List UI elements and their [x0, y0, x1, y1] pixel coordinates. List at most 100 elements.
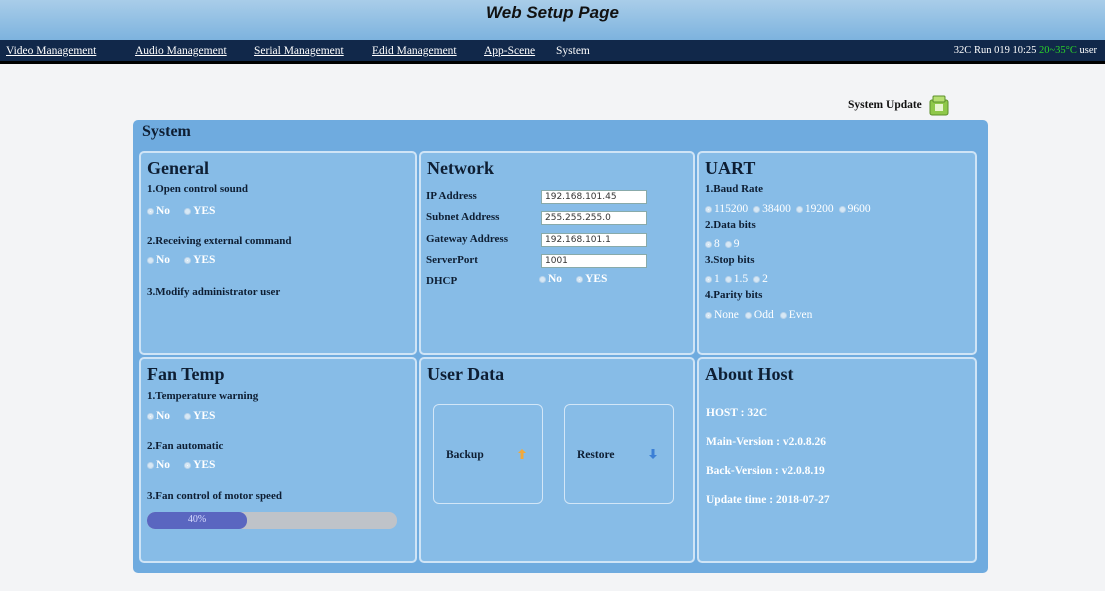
fan-automatic-yes[interactable]: YES [184, 459, 215, 471]
fan-temp-heading: Fan Temp [147, 364, 225, 384]
radio-off-icon [744, 311, 752, 319]
radio-on-icon [705, 205, 712, 213]
nav-audio-management[interactable]: Audio Management [135, 45, 227, 57]
radio-on-icon [705, 311, 712, 319]
baud-rate-9600[interactable]: 9600 [838, 203, 871, 215]
receiving-external-command-options: No YES [147, 254, 215, 266]
fan-speed-label: 3.Fan control of motor speed [147, 490, 282, 502]
radio-off-icon [724, 240, 732, 248]
baud-rate-115200[interactable]: 115200 [705, 203, 748, 215]
temperature-warning-label: 1.Temperature warning [147, 390, 259, 402]
receiving-external-command-yes[interactable]: YES [184, 254, 215, 266]
radio-on-icon [705, 240, 712, 248]
gateway-address-label: Gateway Address [426, 233, 508, 245]
parity-odd[interactable]: Odd [744, 309, 774, 321]
main-version: Main-Version : v2.0.8.26 [706, 436, 827, 448]
data-bits-options: 8 9 [705, 238, 740, 250]
open-control-sound-label: 1.Open control sound [147, 183, 248, 195]
ip-address-input[interactable]: 192.168.101.45 [541, 190, 647, 204]
system-update-label: System Update [848, 99, 922, 111]
stop-bits-options: 1 1.5 2 [705, 273, 768, 285]
data-bits-8[interactable]: 8 [705, 238, 720, 250]
parity-none[interactable]: None [705, 309, 739, 321]
dhcp-yes[interactable]: YES [576, 273, 607, 285]
fan-automatic-no[interactable]: No [147, 459, 170, 471]
ip-address-label: IP Address [426, 190, 477, 202]
radio-off-icon [184, 412, 192, 420]
fan-speed-value: 40% [187, 514, 207, 525]
restore-button[interactable]: Restore [564, 404, 674, 504]
back-version: Back-Version : v2.0.8.19 [706, 465, 825, 477]
status-area: 32C Run 019 10:25 20~35°C user [954, 45, 1097, 56]
open-control-sound-no[interactable]: No [147, 205, 170, 217]
receiving-external-command-label: 2.Receiving external command [147, 235, 292, 247]
receiving-external-command-no[interactable]: No [147, 254, 170, 266]
radio-on-icon [184, 256, 192, 264]
dhcp-options: No YES [539, 273, 607, 285]
radio-on-icon [705, 275, 712, 283]
nav-bar: Video Management Audio Management Serial… [0, 40, 1105, 64]
backup-button[interactable]: Backup [433, 404, 543, 504]
nav-edid-management[interactable]: Edid Management [372, 45, 457, 57]
general-heading: General [147, 158, 209, 178]
baud-rate-label: 1.Baud Rate [705, 183, 764, 195]
data-bits-label: 2.Data bits [705, 219, 756, 231]
system-update-icon [929, 95, 949, 116]
nav-serial-management[interactable]: Serial Management [254, 45, 344, 57]
parity-bits-options: None Odd Even [705, 309, 812, 321]
radio-off-icon [753, 275, 761, 283]
stop-bits-1-5[interactable]: 1.5 [724, 273, 748, 285]
title-bar: Web Setup Page [0, 0, 1105, 40]
baud-rate-38400[interactable]: 38400 [753, 203, 791, 215]
status-run: Run 019 10:25 [973, 45, 1037, 56]
temperature-warning-yes[interactable]: YES [184, 410, 215, 422]
nav-app-scene[interactable]: App-Scene [484, 45, 535, 57]
backup-icon [518, 449, 526, 459]
baud-rate-options: 115200 38400 19200 9600 [705, 203, 871, 215]
radio-off-icon [147, 461, 154, 469]
system-update-button[interactable]: System Update [848, 92, 950, 118]
temperature-warning-no[interactable]: No [147, 410, 170, 422]
status-host: 32C [953, 45, 972, 56]
fan-speed-slider[interactable]: 40% [147, 512, 397, 529]
radio-off-icon [147, 256, 154, 264]
radio-off-icon [184, 207, 192, 215]
baud-rate-19200[interactable]: 19200 [795, 203, 834, 215]
user-data-heading: User Data [427, 364, 505, 384]
subnet-address-input[interactable]: 255.255.255.0 [541, 211, 647, 225]
radio-off-icon [838, 205, 846, 213]
uart-heading: UART [705, 158, 756, 178]
stop-bits-label: 3.Stop bits [705, 254, 755, 266]
radio-off-icon [779, 311, 787, 319]
server-port-input[interactable]: 1001 [541, 254, 647, 268]
modify-administrator-user-link[interactable]: 3.Modify administrator user [147, 286, 280, 298]
network-section: Network IP Address 192.168.101.45 Subnet… [419, 151, 695, 355]
uart-section: UART 1.Baud Rate 115200 38400 19200 9600… [697, 151, 977, 355]
server-port-label: ServerPort [426, 254, 478, 266]
dhcp-no[interactable]: No [539, 273, 562, 285]
fan-automatic-label: 2.Fan automatic [147, 440, 224, 452]
temperature-warning-options: No YES [147, 410, 215, 422]
general-section: General 1.Open control sound No YES 2.Re… [139, 151, 417, 355]
stop-bits-2[interactable]: 2 [753, 273, 768, 285]
gateway-address-input[interactable]: 192.168.101.1 [541, 233, 647, 247]
restore-icon [649, 449, 657, 459]
page-title: Web Setup Page [486, 3, 619, 22]
status-user[interactable]: user [1080, 45, 1098, 56]
restore-label: Restore [577, 449, 615, 461]
nav-video-management[interactable]: Video Management [6, 45, 96, 57]
parity-even[interactable]: Even [779, 309, 812, 321]
data-bits-9[interactable]: 9 [724, 238, 740, 250]
radio-off-icon [795, 205, 803, 213]
open-control-sound-yes[interactable]: YES [184, 205, 215, 217]
host-name: HOST : 32C [706, 407, 768, 419]
radio-on-icon [576, 275, 584, 283]
radio-off-icon [753, 205, 761, 213]
stop-bits-1[interactable]: 1 [705, 273, 720, 285]
radio-off-icon [539, 275, 546, 283]
fan-temp-section: Fan Temp 1.Temperature warning No YES 2.… [139, 357, 417, 563]
update-time: Update time : 2018-07-27 [706, 494, 830, 506]
nav-system[interactable]: System [556, 45, 590, 57]
radio-on-icon [147, 207, 154, 215]
status-temp: 20~35°C [1038, 45, 1077, 56]
